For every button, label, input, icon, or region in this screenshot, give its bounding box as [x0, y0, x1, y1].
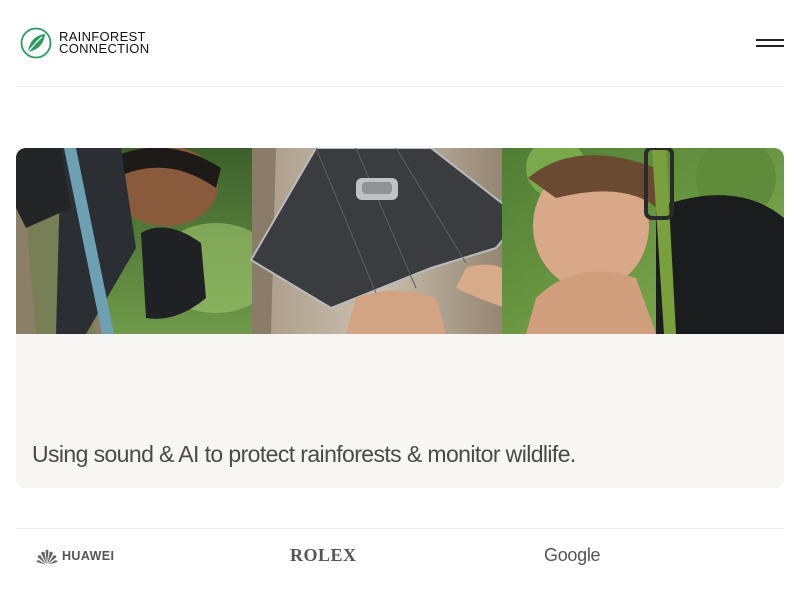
- brand-name-line2: CONNECTION: [59, 41, 150, 56]
- partner-logos: HUAWEI ROLEX Google: [16, 528, 784, 600]
- hamburger-menu-icon[interactable]: [756, 36, 784, 50]
- site-header: RAINFOREST CONNECTION: [16, 0, 784, 87]
- leaf-logo-icon: [20, 27, 52, 59]
- brand-wordmark: RAINFOREST CONNECTION: [59, 30, 150, 56]
- brand-logo[interactable]: RAINFOREST CONNECTION: [20, 27, 149, 59]
- hero-photo: [16, 148, 784, 334]
- partner-name: HUAWEI: [62, 549, 115, 563]
- hero-tagline: Using sound & AI to protect rainforests …: [32, 441, 576, 467]
- partner-logo-google: Google: [544, 545, 601, 565]
- hero-card: Using sound & AI to protect rainforests …: [16, 148, 784, 488]
- partner-logo-rolex: ROLEX: [290, 545, 357, 565]
- partner-logo-huawei: HUAWEI: [36, 547, 114, 565]
- huawei-petal-icon: [36, 549, 58, 565]
- menu-line: [756, 45, 784, 47]
- menu-line: [756, 39, 784, 41]
